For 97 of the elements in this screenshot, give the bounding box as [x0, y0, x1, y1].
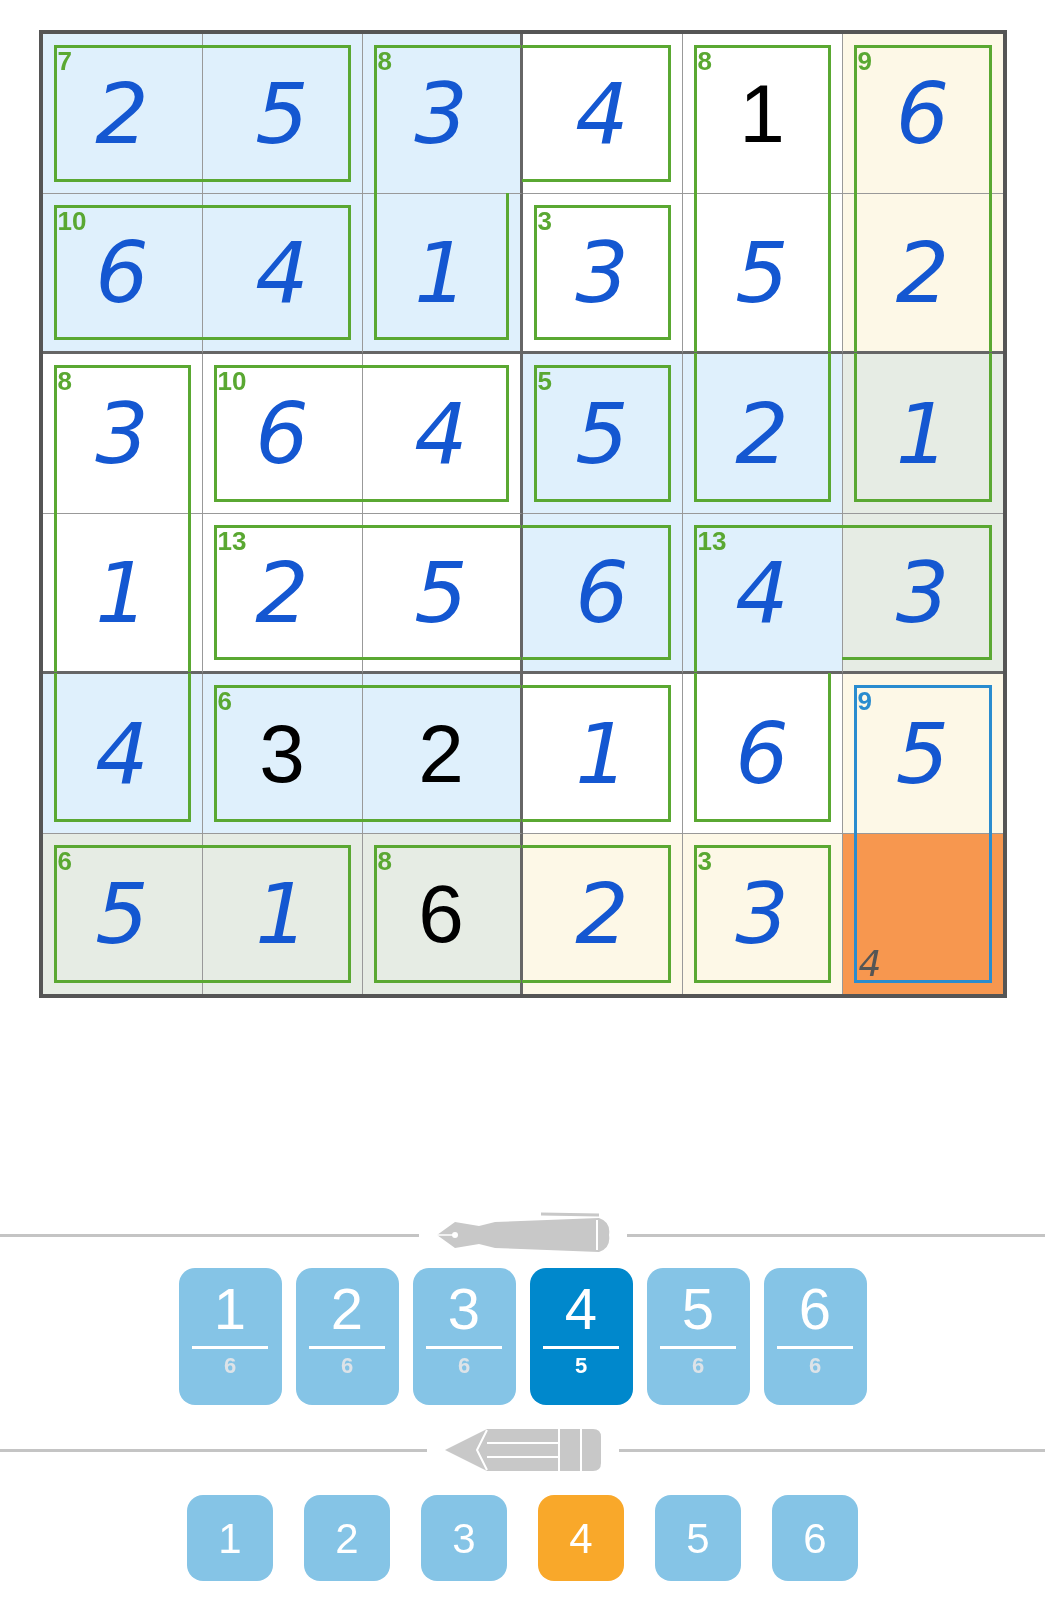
sudoku-cell[interactable]: 5 — [362, 514, 523, 674]
sudoku-cell[interactable]: 8 6 — [362, 834, 523, 994]
sudoku-cell[interactable]: 8 3 — [362, 34, 523, 194]
cage-sum: 8 — [697, 48, 712, 74]
sudoku-cell[interactable]: 6 3 — [202, 674, 363, 834]
remaining-count: 6 — [457, 1355, 471, 1377]
given-digit: 3 — [259, 712, 305, 795]
given-digit: 6 — [418, 873, 464, 955]
sudoku-cell[interactable]: 8 3 — [42, 354, 203, 514]
entered-digit: 5 — [255, 71, 309, 156]
cage-sum: 3 — [697, 848, 712, 874]
sudoku-cell[interactable]: 1 — [362, 194, 523, 354]
cage-sum: 6 — [57, 848, 72, 874]
entered-digit: 5 — [575, 391, 629, 476]
cage-sum: 10 — [217, 368, 247, 394]
sudoku-cell[interactable]: 4 — [842, 834, 1003, 994]
digit-label: 6 — [798, 1280, 832, 1338]
given-digit: 1 — [739, 72, 785, 155]
sudoku-cell[interactable]: 4 — [42, 674, 203, 834]
sudoku-cell[interactable]: 6 — [682, 674, 843, 834]
entered-digit: 3 — [735, 872, 789, 956]
cage-sum: 13 — [697, 528, 727, 554]
given-digit: 2 — [418, 712, 464, 795]
sudoku-cell[interactable]: 2 — [522, 834, 683, 994]
cage-sum: 8 — [377, 48, 392, 74]
entered-digit: 4 — [95, 711, 149, 796]
digit-label: 3 — [447, 1280, 481, 1338]
digit-label: 5 — [681, 1280, 715, 1338]
remaining-count: 6 — [808, 1355, 822, 1377]
entered-digit: 6 — [735, 711, 789, 796]
remaining-count: 6 — [340, 1355, 354, 1377]
entered-digit: 1 — [95, 550, 149, 635]
sudoku-cell[interactable]: 6 5 — [42, 834, 203, 994]
entered-digit: 3 — [895, 550, 950, 635]
entered-digit: 5 — [735, 230, 789, 315]
entered-digit: 2 — [95, 71, 149, 156]
sudoku-cell[interactable]: 1 — [522, 674, 683, 834]
sudoku-cell[interactable]: 9 6 — [842, 34, 1003, 194]
sudoku-cell[interactable]: 1 — [42, 514, 203, 674]
sudoku-cell[interactable]: 5 — [202, 34, 363, 194]
entered-digit: 5 — [414, 550, 468, 635]
entered-digit: 4 — [575, 71, 629, 156]
sudoku-cell[interactable]: 2 — [842, 194, 1003, 354]
remaining-count: 6 — [691, 1355, 705, 1377]
digit-label: 2 — [330, 1280, 364, 1338]
cage-sum: 5 — [537, 368, 552, 394]
sudoku-cell[interactable]: 1 — [202, 834, 363, 994]
sudoku-cell[interactable]: 3 — [842, 514, 1003, 674]
sudoku-cell[interactable]: 2 — [362, 674, 523, 834]
sudoku-cell[interactable]: 3 3 — [522, 194, 683, 354]
entered-digit: 4 — [735, 550, 789, 635]
entered-digit: 1 — [895, 391, 950, 476]
sudoku-cell[interactable]: 4 — [362, 354, 523, 514]
sudoku-cell[interactable]: 4 — [202, 194, 363, 354]
entered-digit: 6 — [575, 550, 629, 635]
cage-sum: 9 — [857, 48, 872, 74]
digit-label: 1 — [213, 1280, 247, 1338]
cage-sum: 8 — [377, 848, 392, 874]
entered-digit: 1 — [414, 230, 468, 315]
digit-label: 4 — [564, 1280, 598, 1338]
cage-sum: 9 — [857, 688, 872, 714]
sudoku-cell[interactable]: 2 — [682, 354, 843, 514]
sudoku-cell[interactable]: 1 — [842, 354, 1003, 514]
entered-digit: 4 — [414, 391, 468, 476]
entered-digit: 5 — [895, 711, 950, 796]
pencil-mark: 4 — [858, 946, 882, 982]
entered-digit: 2 — [735, 391, 789, 476]
cage-sum: 6 — [217, 688, 232, 714]
sudoku-cell[interactable]: 4 — [522, 34, 683, 194]
sudoku-cell[interactable]: 6 — [522, 514, 683, 674]
cage-sum: 3 — [537, 208, 552, 234]
digit-button[interactable]: 4 5 — [529, 1268, 633, 1405]
cage-sum: 7 — [57, 48, 72, 74]
sudoku-cell[interactable]: 3 3 — [682, 834, 843, 994]
entered-digit: 4 — [255, 230, 309, 315]
entered-digit: 6 — [895, 71, 950, 156]
entered-digit: 2 — [575, 872, 629, 956]
sudoku-cell[interactable]: 5 5 — [522, 354, 683, 514]
entered-digit: 3 — [95, 391, 149, 476]
entered-digit: 3 — [414, 71, 468, 156]
entered-digit: 3 — [575, 230, 629, 315]
cage-sum: 8 — [57, 368, 72, 394]
sudoku-cell[interactable]: 7 2 — [42, 34, 203, 194]
entered-digit: 1 — [255, 872, 309, 956]
sudoku-cell[interactable]: 9 5 — [842, 674, 1003, 834]
remaining-count: 5 — [574, 1355, 588, 1377]
sudoku-cell[interactable]: 8 1 — [682, 34, 843, 194]
entered-digit: 6 — [255, 391, 309, 476]
remaining-count: 6 — [223, 1355, 237, 1377]
entered-digit: 5 — [95, 872, 149, 956]
sudoku-cell[interactable]: 5 — [682, 194, 843, 354]
entered-digit: 2 — [895, 230, 950, 315]
cage-sum: 10 — [57, 208, 87, 234]
entered-digit: 6 — [95, 230, 149, 315]
cage-sum: 13 — [217, 528, 247, 554]
entered-digit: 1 — [575, 711, 629, 796]
entered-digit: 2 — [255, 550, 309, 635]
